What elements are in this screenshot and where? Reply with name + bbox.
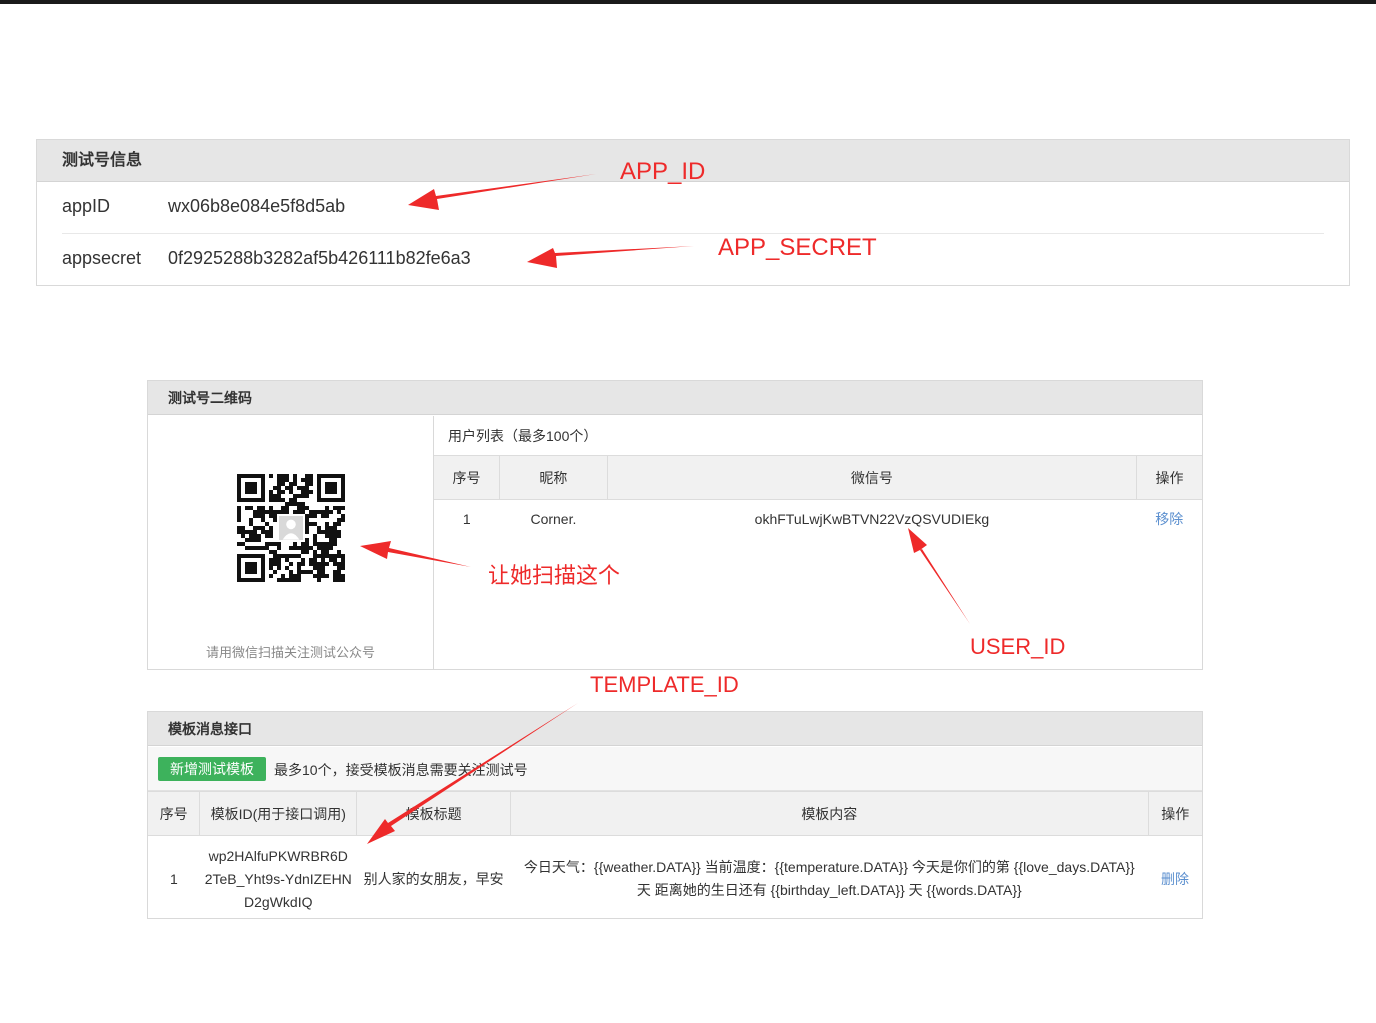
row-index: 1 [170, 870, 178, 887]
app-secret-value[interactable]: 0f2925288b3282af5b426111b82fe6a3 [168, 248, 471, 269]
template-toolbar: 新增测试模板 最多10个，接受模板消息需要关注测试号 [148, 747, 1202, 791]
row-nickname: Corner. [530, 511, 577, 527]
qr-code-panel: 测试号二维码 请用微信扫描关注测试公众号 用户列表（最多100个） 序号 昵称 … [147, 380, 1203, 670]
user-list-title: 用户列表（最多100个） [448, 428, 598, 444]
qr-code-image[interactable] [237, 474, 345, 582]
table-row: 1 Corner. okhFTuLwjKwBTVN22VzQSVUDIEkg 移… [434, 500, 1202, 539]
remove-user-link[interactable]: 移除 [1155, 511, 1183, 527]
template-id-line: D2gWkdIQ [244, 893, 313, 910]
qr-section: 请用微信扫描关注测试公众号 [148, 416, 434, 669]
template-note: 最多10个，接受模板消息需要关注测试号 [274, 762, 528, 778]
template-content-line: 今日天气：{{weather.DATA}} 当前温度：{{temperature… [523, 859, 1135, 875]
row-wechat-id[interactable]: okhFTuLwjKwBTVN22VzQSVUDIEkg [607, 500, 1136, 539]
column-header: 昵称 [499, 455, 608, 500]
panel-title: 测试号二维码 [148, 381, 1202, 415]
table-header-row: 序号 模板ID(用于接口调用) 模板标题 模板内容 操作 [148, 791, 1202, 836]
template-id-line: wp2HAlfuPKWRBR6D [208, 847, 348, 864]
divider [62, 233, 1324, 234]
column-header: 操作 [1148, 791, 1202, 836]
template-id-line: 2TeB_Yht9s-YdnIZEHN [204, 870, 352, 887]
user-list-section: 用户列表（最多100个） 序号 昵称 微信号 操作 1 Corner. okhF… [434, 416, 1202, 669]
top-bar [0, 0, 1376, 4]
template-content-line: 天 距离她的生日还有 {{birthday_left.DATA}} 天 {{wo… [636, 882, 1022, 898]
qr-caption: 请用微信扫描关注测试公众号 [205, 645, 375, 660]
column-header: 模板ID(用于接口调用) [199, 791, 358, 836]
panel-title: 模板消息接口 [148, 712, 1202, 746]
add-template-button[interactable]: 新增测试模板 [158, 757, 266, 781]
app-id-label: appID [62, 196, 111, 216]
annotation-app-secret: APP_SECRET [718, 234, 877, 261]
row-template-title: 别人家的女朋友，早安 [363, 870, 504, 887]
column-header: 序号 [148, 791, 201, 836]
annotation-app-id: APP_ID [620, 158, 706, 185]
row-index: 1 [462, 511, 471, 527]
annotation-user-id: USER_ID [970, 634, 1066, 659]
row-template-content: 今日天气：{{weather.DATA}} 当前温度：{{temperature… [511, 836, 1149, 923]
annotation-template-id: TEMPLATE_ID [590, 672, 739, 697]
column-header: 序号 [434, 455, 501, 500]
app-secret-label: appsecret [62, 248, 142, 268]
template-message-panel: 模板消息接口 新增测试模板 最多10个，接受模板消息需要关注测试号 序号 模板I… [147, 711, 1203, 919]
user-table: 序号 昵称 微信号 操作 1 Corner. okhFTuLwjKwBTVN22… [434, 455, 1202, 538]
column-header: 微信号 [607, 455, 1137, 500]
annotation-scan-hint: 让她扫描这个 [488, 563, 621, 588]
table-header-row: 序号 昵称 微信号 操作 [434, 455, 1202, 500]
app-id-value[interactable]: wx06b8e084e5f8d5ab [168, 196, 345, 217]
column-header: 模板内容 [510, 791, 1149, 836]
table-row: 1 wp2HAlfuPKWRBR6D 2TeB_Yht9s-YdnIZEHN D… [148, 836, 1202, 923]
delete-template-link[interactable]: 删除 [1161, 871, 1189, 887]
qr-code-icon [237, 474, 345, 582]
row-template-id[interactable]: wp2HAlfuPKWRBR6D 2TeB_Yht9s-YdnIZEHN D2g… [200, 836, 357, 923]
column-header: 模板标题 [356, 791, 512, 836]
template-table: 序号 模板ID(用于接口调用) 模板标题 模板内容 操作 1 wp2HAlfuP… [148, 791, 1202, 922]
column-header: 操作 [1136, 455, 1202, 500]
